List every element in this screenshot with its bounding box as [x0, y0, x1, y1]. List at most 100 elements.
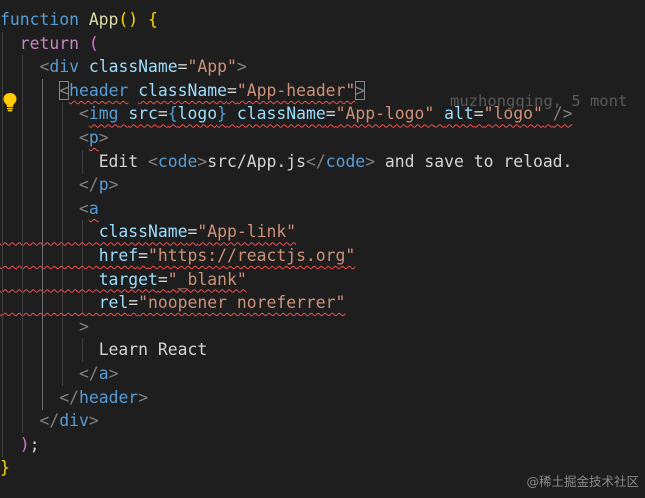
- code-text: target="_blank": [0, 268, 247, 292]
- code-token: code: [325, 151, 366, 171]
- code-line[interactable]: </a>: [0, 362, 645, 386]
- code-token: </: [305, 151, 326, 171]
- code-line[interactable]: href="https://reactjs.org": [0, 244, 645, 268]
- code-token: "App-header": [236, 80, 356, 100]
- code-token: =: [187, 222, 198, 242]
- code-token: =: [157, 269, 168, 289]
- code-token: (: [88, 33, 99, 53]
- code-line[interactable]: >: [0, 314, 645, 339]
- code-token: className: [98, 222, 188, 242]
- code-text: href="https://reactjs.org": [0, 244, 356, 268]
- code-text: className="App-link": [0, 220, 296, 244]
- code-editor[interactable]: function App() { return ( <div className…: [0, 0, 645, 498]
- code-token: logo: [177, 104, 218, 124]
- code-token: img: [88, 104, 119, 124]
- code-token: function: [0, 10, 89, 29]
- code-token: {: [167, 104, 178, 124]
- code-token: =: [227, 80, 237, 100]
- code-text: </div>: [0, 409, 98, 433]
- code-token: }: [217, 104, 228, 124]
- code-text: </a>: [0, 362, 119, 386]
- code-text: Edit <code>src/App.js</code> and save to…: [0, 150, 573, 174]
- code-token: Learn React: [98, 340, 208, 360]
- code-text: <a: [0, 197, 99, 221]
- code-token: =: [128, 293, 139, 313]
- code-line[interactable]: );: [0, 432, 645, 457]
- code-text: </header>: [0, 386, 148, 410]
- code-token: Edit: [98, 151, 149, 171]
- code-token: >: [355, 80, 366, 100]
- code-token: className: [88, 57, 178, 77]
- code-text: );: [0, 433, 40, 457]
- code-token: "App": [187, 57, 237, 77]
- code-token: rel: [98, 293, 129, 313]
- code-token: className: [138, 80, 227, 100]
- code-text: rel="noopener noreferrer": [0, 291, 346, 315]
- watermark: @稀土掘金技术社区: [526, 474, 639, 489]
- code-token: a: [98, 364, 109, 383]
- code-token: }: [0, 458, 10, 478]
- code-token: className: [236, 104, 326, 124]
- code-token: src: [128, 104, 158, 124]
- code-token: header: [69, 80, 129, 100]
- code-token: App: [88, 10, 119, 29]
- code-token: code: [157, 151, 198, 171]
- code-token: div: [59, 411, 89, 431]
- code-token: </: [39, 411, 60, 431]
- code-token: >: [108, 175, 119, 195]
- code-text: function App() {: [0, 8, 158, 32]
- code-token: target: [98, 269, 158, 289]
- code-line[interactable]: </p>: [0, 173, 645, 198]
- code-token: "noopener noreferrer": [138, 293, 346, 313]
- code-text: <p>: [0, 126, 109, 150]
- code-text: <header className="App-header">: [0, 79, 366, 103]
- code-token: >: [197, 151, 208, 171]
- code-token: div: [49, 57, 79, 77]
- code-line[interactable]: Learn React: [0, 338, 645, 363]
- code-token: =: [138, 246, 149, 265]
- code-token: return: [19, 33, 79, 53]
- code-token: a: [88, 198, 99, 218]
- code-token: ): [19, 434, 30, 454]
- code-token: () {: [118, 10, 158, 29]
- code-text: <div className="App">: [0, 55, 246, 79]
- code-line[interactable]: </header>: [0, 385, 645, 410]
- code-token: ;: [29, 434, 40, 454]
- code-line[interactable]: rel="noopener noreferrer": [0, 291, 645, 316]
- code-line[interactable]: <p>: [0, 126, 645, 150]
- code-token: p: [88, 128, 99, 147]
- code-line[interactable]: target="_blank": [0, 267, 645, 292]
- code-token: "App-link": [197, 222, 297, 242]
- code-line[interactable]: return (: [0, 31, 645, 56]
- code-token: src/App.js: [207, 151, 306, 171]
- code-text: return (: [0, 32, 99, 56]
- lightbulb-icon[interactable]: [2, 92, 18, 112]
- code-text: >: [0, 315, 89, 339]
- code-line[interactable]: className="App-link": [0, 220, 645, 245]
- code-line[interactable]: Edit <code>src/App.js</code> and save to…: [0, 149, 645, 174]
- code-line[interactable]: function App() {: [0, 8, 645, 32]
- code-line[interactable]: </div>: [0, 409, 645, 434]
- code-token: <: [59, 80, 70, 100]
- code-token: >: [108, 364, 119, 383]
- code-token: </: [78, 175, 99, 195]
- code-line[interactable]: <div className="App">: [0, 55, 645, 80]
- code-line[interactable]: <a: [0, 196, 645, 221]
- code-token: <: [78, 198, 89, 218]
- code-token: <: [78, 104, 89, 124]
